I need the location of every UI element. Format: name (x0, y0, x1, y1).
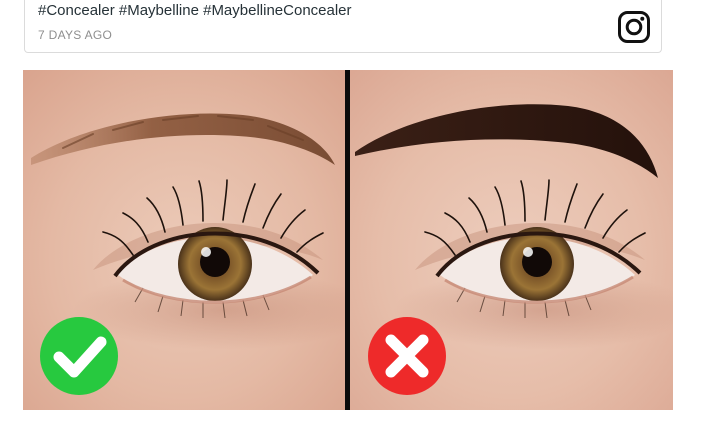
page: #Concealer #Maybelline #MaybellineConcea… (0, 0, 714, 425)
eyebrow-comparison-image (23, 70, 673, 410)
instagram-post-card: #Concealer #Maybelline #MaybellineConcea… (24, 0, 662, 53)
post-hashtags[interactable]: #Concealer #Maybelline #MaybellineConcea… (38, 2, 352, 19)
panel-divider (345, 70, 350, 410)
instagram-icon[interactable] (617, 10, 651, 44)
checkmark-icon (40, 317, 118, 395)
post-timestamp: 7 DAYS AGO (38, 28, 113, 42)
cross-icon (368, 317, 446, 395)
